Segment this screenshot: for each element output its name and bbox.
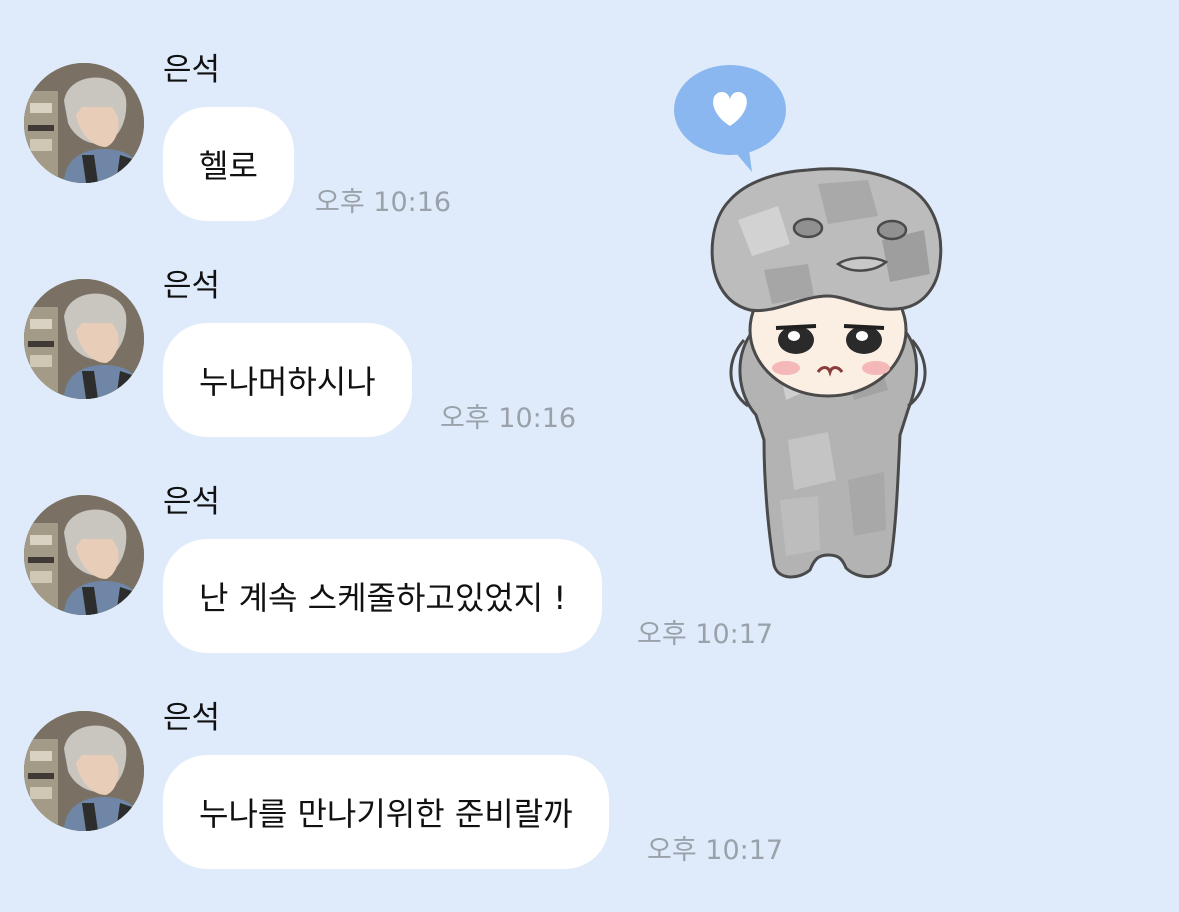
message-bubble[interactable]: 누나머하시나 xyxy=(163,323,412,437)
sender-name: 은석 xyxy=(163,700,221,736)
avatar[interactable] xyxy=(24,279,144,399)
sender-name: 은석 xyxy=(163,52,221,88)
message-time: 오후 10:17 xyxy=(647,835,784,866)
chibi-stone-sticker[interactable] xyxy=(668,60,988,590)
avatar[interactable] xyxy=(24,711,144,831)
message-bubble[interactable]: 헬로 xyxy=(163,107,294,221)
sender-name: 은석 xyxy=(163,268,221,304)
avatar[interactable] xyxy=(24,495,144,615)
message-bubble[interactable]: 난 계속 스케줄하고있었지 ! xyxy=(163,539,603,653)
sender-name: 은석 xyxy=(163,484,221,520)
message-bubble[interactable]: 누나를 만나기위한 준비랄까 xyxy=(163,755,609,869)
message-row: 은석 누나를 만나기위한 준비랄까 오후 10:17 xyxy=(0,648,820,869)
chat-view: 은석 헬로 오후 10:16 은석 누나머하시나 오후 10:16 은석 난 계… xyxy=(0,0,1179,912)
avatar[interactable] xyxy=(24,63,144,183)
heart-speech-bubble-icon xyxy=(674,65,786,172)
